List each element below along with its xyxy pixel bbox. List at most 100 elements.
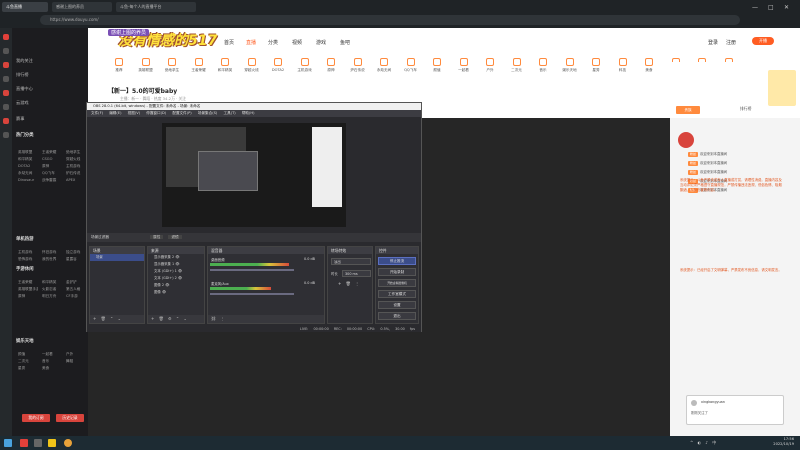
follow-toast[interactable]: xingkongyuan 刚刚关注了 [686,395,784,425]
app-icon[interactable] [3,118,9,124]
sidebar-grid-item[interactable]: 和平精英 [18,157,38,162]
sidebar-grid-item[interactable]: 二次元 [18,359,38,364]
studio-mode-button[interactable]: 工作室模式 [378,290,416,298]
exit-button[interactable]: 退出 [378,312,416,320]
browser-tab[interactable]: 斗鱼-每个人的直播平台 [116,2,196,12]
sidebar-grid-item[interactable]: 恐怖游戏 [18,257,38,262]
category-item[interactable]: 炉石传说 [347,58,369,73]
trash-icon[interactable]: 🗑 [101,316,106,321]
sidebar-grid-item[interactable]: 我的世界 [42,257,62,262]
app-icon[interactable] [3,76,9,82]
sidebar-grid-item[interactable]: 原神 [18,294,38,299]
eye-icon[interactable]: 👁 [177,269,182,273]
sidebar-grid-item[interactable]: 绝地求生 [66,150,86,155]
trash-icon[interactable]: 🗑 [159,316,164,321]
rank-tab[interactable]: 排行榜 [740,106,751,112]
more-icon[interactable]: ⋮ [220,316,224,321]
eye-icon[interactable]: 👁 [174,255,179,259]
event-banner[interactable] [768,70,796,106]
sidebar-grid-item[interactable]: DOTA2 [18,164,38,169]
source-item[interactable]: 图像 👁 [148,289,204,296]
category-item[interactable]: 王者荣耀 [188,58,210,73]
up-icon[interactable]: ⌃ [110,316,113,321]
minimize-icon[interactable]: — [752,4,758,11]
add-icon[interactable]: + [93,316,96,321]
sidebar-item-rank[interactable]: 排行榜 [16,72,29,78]
nav-live[interactable]: 直播 [246,39,256,46]
menu-edit[interactable]: 编辑(E) [109,111,121,115]
history-button[interactable]: 历史记录 [56,414,84,422]
sidebar-grid-item[interactable]: 星秀 [18,366,38,371]
address-bar[interactable]: https://www.douyu.com/ [40,15,740,25]
sidebar-grid-item[interactable]: 战争雷霆 [42,178,62,183]
chevron-up-icon[interactable]: ^ [690,440,693,445]
login-link[interactable]: 登录 [708,39,718,46]
subscribe-button[interactable]: 我的订阅 [22,414,50,422]
app-icon[interactable] [3,90,9,96]
sidebar-grid-item[interactable]: 王者荣耀 [42,150,62,155]
obs-titlebar[interactable]: OBS 28.0.1 (64-bit, windows) - 配置文件: 未命名… [87,103,421,110]
category-item[interactable]: 英雄联盟 [135,58,157,73]
menu-tools[interactable]: 工具(T) [224,111,236,115]
sidebar-item-live-center[interactable]: 直播中心 [16,86,33,92]
trash-icon[interactable]: 🗑 [346,281,351,286]
category-item[interactable]: 推荐 [108,58,130,73]
start-recording-button[interactable]: 开始录制 [378,268,416,276]
category-item[interactable]: 一起看 [453,58,475,73]
scene-item[interactable]: 场景 [90,254,144,261]
category-item[interactable]: 绝地求生 [161,58,183,73]
sidebar-grid-item[interactable]: 英雄联盟手游 [18,287,38,292]
sidebar-grid-item[interactable]: 和平精英 [42,280,62,285]
duration-input[interactable]: 300 ms [342,270,371,277]
folder-icon[interactable] [48,439,56,447]
eye-icon[interactable]: 👁 [174,262,179,266]
eye-icon[interactable]: 👁 [164,283,169,287]
sidebar-grid-item[interactable]: 穿越火线 [66,157,86,162]
sidebar-grid-item[interactable]: CF手游 [66,294,86,299]
maximize-icon[interactable]: □ [768,4,774,11]
menu-profile[interactable]: 配置文件(P) [172,111,191,115]
sidebar-grid-item[interactable]: 舞蹈 [66,359,86,364]
category-item[interactable]: 美食 [638,58,660,73]
gear-icon[interactable]: ⚙ [168,316,172,321]
app-icon[interactable] [20,439,28,447]
category-item[interactable]: 和平精英 [214,58,236,73]
source-item[interactable]: 显示器采集 2 👁 [148,254,204,261]
menu-view[interactable]: 视图(V) [128,111,140,115]
source-item[interactable]: 文本 (GDI+) 1 👁 [148,268,204,275]
category-item[interactable]: 娱乐天地 [559,58,581,73]
category-item[interactable]: QQ飞车 [400,58,422,73]
network-icon[interactable]: ◐ [698,440,702,445]
category-item[interactable]: 穿越火线 [241,58,263,73]
up-icon[interactable]: ⌃ [176,316,179,321]
stop-streaming-button[interactable]: 停止推流 [378,257,416,265]
sidebar-grid-item[interactable]: CSGO [42,157,62,162]
sidebar-grid-item[interactable]: 金铲铲 [66,280,86,285]
app-icon[interactable] [3,62,9,68]
sidebar-item-follow[interactable]: 我的关注 [16,58,33,64]
source-item[interactable]: 文本 (GDI+) 2 👁 [148,275,204,282]
down-icon[interactable]: ⌄ [184,316,187,321]
app-icon[interactable] [3,104,9,110]
sidebar-grid-item[interactable]: 美食 [42,366,62,371]
category-item[interactable]: 二次元 [506,58,528,73]
eye-icon[interactable]: 👁 [161,290,166,294]
obs-preview[interactable] [162,123,346,227]
sidebar-item-cloud-game[interactable]: 云游戏 [16,100,29,106]
open-stream-button[interactable]: 开播 [752,37,774,45]
app-icon[interactable] [3,132,9,138]
sidebar-grid-item[interactable]: 英雄联盟 [18,150,38,155]
nav-home[interactable]: 首页 [224,39,234,46]
browser-icon[interactable] [64,439,72,447]
sidebar-grid-item[interactable]: 明日方舟 [42,294,62,299]
menu-help[interactable]: 帮助(H) [242,111,255,115]
sidebar-grid-item[interactable]: QQ飞车 [42,171,62,176]
browser-tab[interactable]: 斗鱼直播 [2,2,48,12]
link-icon[interactable]: ⛓ [211,316,216,321]
add-icon[interactable]: + [338,281,341,286]
nav-game[interactable]: 游戏 [316,39,326,46]
volume-slider[interactable] [210,293,294,295]
transition-select[interactable]: 淡出 [331,258,371,265]
sidebar-grid-item[interactable]: 火影忍者 [42,287,62,292]
virtual-camera-button[interactable]: 开始虚拟摄像机 [378,279,416,287]
